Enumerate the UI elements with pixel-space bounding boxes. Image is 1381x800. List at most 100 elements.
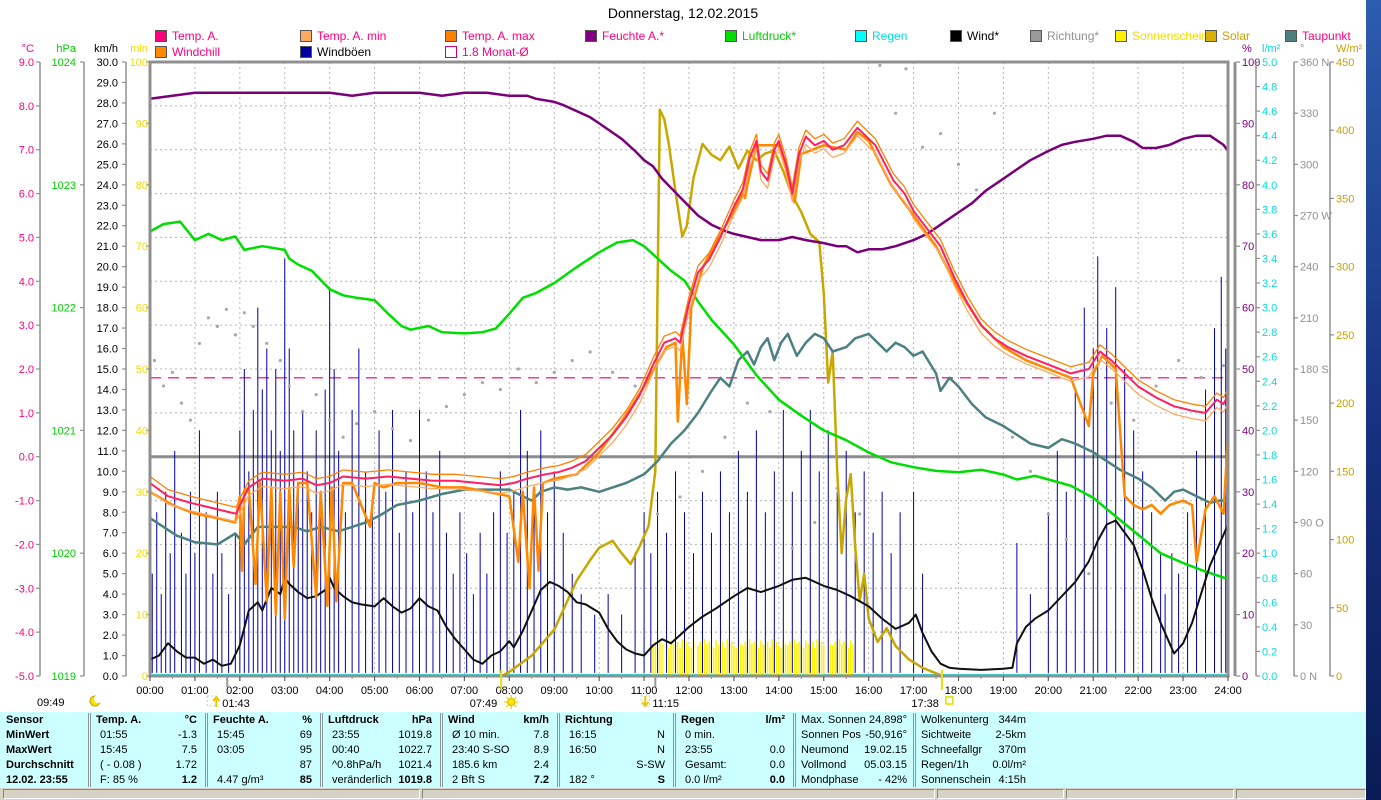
axis-tick-label: 20 xyxy=(1242,548,1254,560)
info-value: 19.02.15 xyxy=(864,744,907,756)
axis-tick-label: 70 xyxy=(1242,241,1254,253)
info-value: 344m xyxy=(998,714,1026,726)
axis-tick-label: 1.4 xyxy=(1262,499,1277,511)
series-richtung xyxy=(552,370,556,375)
table-value-time: 0 min. xyxy=(685,729,715,741)
axis-tick-label: 10.0 xyxy=(97,466,118,478)
axis-tick-label: 40 xyxy=(136,425,148,437)
axis-tick-label: 2.0 xyxy=(19,364,34,376)
series-richtung xyxy=(992,111,997,115)
table-value: 85 xyxy=(299,774,312,786)
axis-tick-label: 330 xyxy=(1300,108,1318,120)
series-richtung xyxy=(534,381,538,385)
axis-tick-label: 1.0 xyxy=(1262,548,1277,560)
axis-tick-label: 21.0 xyxy=(97,241,118,253)
axis-tick-label: 20 xyxy=(136,548,148,560)
series-richtung xyxy=(206,316,210,320)
axis-tick-label: 12.0 xyxy=(97,425,118,437)
axis-tick-label: 3.2 xyxy=(1262,278,1277,290)
axis-title: ° xyxy=(1300,43,1304,55)
axis-tick-label: 18.0 xyxy=(97,303,118,315)
series-richtung xyxy=(588,350,592,354)
series-richtung xyxy=(655,512,660,516)
axis-tick-label: 4.0 xyxy=(1262,180,1277,192)
axis-tick-label: 60 xyxy=(1300,569,1312,581)
series-richtung xyxy=(426,418,431,422)
x-axis-label: 07:00 xyxy=(451,685,479,697)
axis-tick-label: 3.4 xyxy=(1262,253,1277,265)
axis-tick-label: 0.4 xyxy=(1262,622,1277,634)
axis-tick-label: 80 xyxy=(1242,180,1254,192)
summary-table: Sensor MinWert MaxWert Durchschnitt 12.02. 2… xyxy=(0,712,1366,788)
x-axis-label: 01:00 xyxy=(181,685,209,697)
axis-title: l/m² xyxy=(1262,43,1281,55)
table-separator xyxy=(205,713,208,787)
table-value: 0.0 xyxy=(769,759,785,771)
axis-tick-label: 300 xyxy=(1336,262,1354,274)
axis-tick-label: 6.0 xyxy=(103,548,118,560)
series-richtung xyxy=(372,410,377,414)
series-richtung xyxy=(956,162,961,166)
axis-tick-label: 10 xyxy=(136,610,148,622)
table-value: 7.2 xyxy=(533,774,549,786)
axis-tick-label: 100 xyxy=(1242,57,1260,69)
axis-tick-label: 0.0 xyxy=(103,671,118,683)
axis-tick-label: 24.0 xyxy=(97,180,118,192)
series-richtung xyxy=(700,469,705,473)
series-richtung xyxy=(1028,469,1032,473)
series-richtung xyxy=(1010,435,1015,439)
sun-icon xyxy=(505,696,509,700)
axis-title: hPa xyxy=(56,43,76,55)
axis-tick-label: 400 xyxy=(1336,125,1354,137)
x-axis-label: 03:00 xyxy=(271,685,299,697)
axis-tick-label: 0.0 xyxy=(19,452,34,464)
x-axis-label: 06:00 xyxy=(406,685,434,697)
axis-tick-label: 1024 xyxy=(52,57,76,69)
series-richtung xyxy=(355,421,359,426)
moonset-time: 11:15 xyxy=(652,698,679,710)
axis-title: % xyxy=(1242,43,1252,55)
series-richtung xyxy=(1199,375,1203,380)
table-value: 0.0 xyxy=(769,774,785,786)
x-axis-label: 05:00 xyxy=(361,685,389,697)
series-richtung xyxy=(1109,401,1113,405)
series-richtung xyxy=(920,145,925,149)
axis-tick-label: 3.8 xyxy=(1262,204,1277,216)
series-richtung xyxy=(878,63,882,68)
axis-tick-label: 270 W xyxy=(1300,211,1332,223)
axis-tick-label: 0 xyxy=(1336,671,1342,683)
axis-tick-label: 50 xyxy=(136,364,148,376)
series-richtung xyxy=(813,520,817,525)
series-richtung xyxy=(233,333,237,337)
axis-tick-label: 150 xyxy=(1336,466,1354,478)
x-axis-label: 24:00 xyxy=(1214,685,1242,697)
table-row-label: MinWert xyxy=(6,729,50,741)
axis-tick-label: 22.0 xyxy=(97,221,118,233)
info-value: 4:15h xyxy=(998,774,1026,786)
series-richtung xyxy=(894,111,898,115)
axis-tick-label: 9.0 xyxy=(103,487,118,499)
axis-tick-label: 0 xyxy=(1242,671,1248,683)
series-richtung xyxy=(287,384,291,388)
table-value: 8.9 xyxy=(533,744,549,756)
axis-title: min xyxy=(130,43,148,55)
axis-tick-label: 6.0 xyxy=(19,189,34,201)
x-axis-label: 11:00 xyxy=(631,685,658,697)
axis-tick-label: 2.8 xyxy=(1262,327,1277,339)
axis-tick-label: 23.0 xyxy=(97,200,118,212)
axis-tick-label: 0.2 xyxy=(1262,646,1277,658)
axis-tick-label: 3.0 xyxy=(1262,303,1277,315)
axis-tick-label: 200 xyxy=(1336,398,1354,410)
series-richtung xyxy=(633,384,637,388)
axis-tick-label: 2.4 xyxy=(1262,376,1277,388)
series-richtung xyxy=(265,341,269,346)
table-value: S-SW xyxy=(636,759,665,771)
axis-tick-label: 25.0 xyxy=(97,159,118,171)
axis-tick-label: -5.0 xyxy=(15,671,34,683)
axis-tick-label: 1.0 xyxy=(103,651,118,663)
sun-icon xyxy=(505,704,509,708)
table-value: 7.8 xyxy=(533,729,549,741)
axis-tick-label: 350 xyxy=(1336,193,1354,205)
axis-tick-label: 50 xyxy=(1336,603,1348,615)
series-richtung xyxy=(341,435,345,439)
